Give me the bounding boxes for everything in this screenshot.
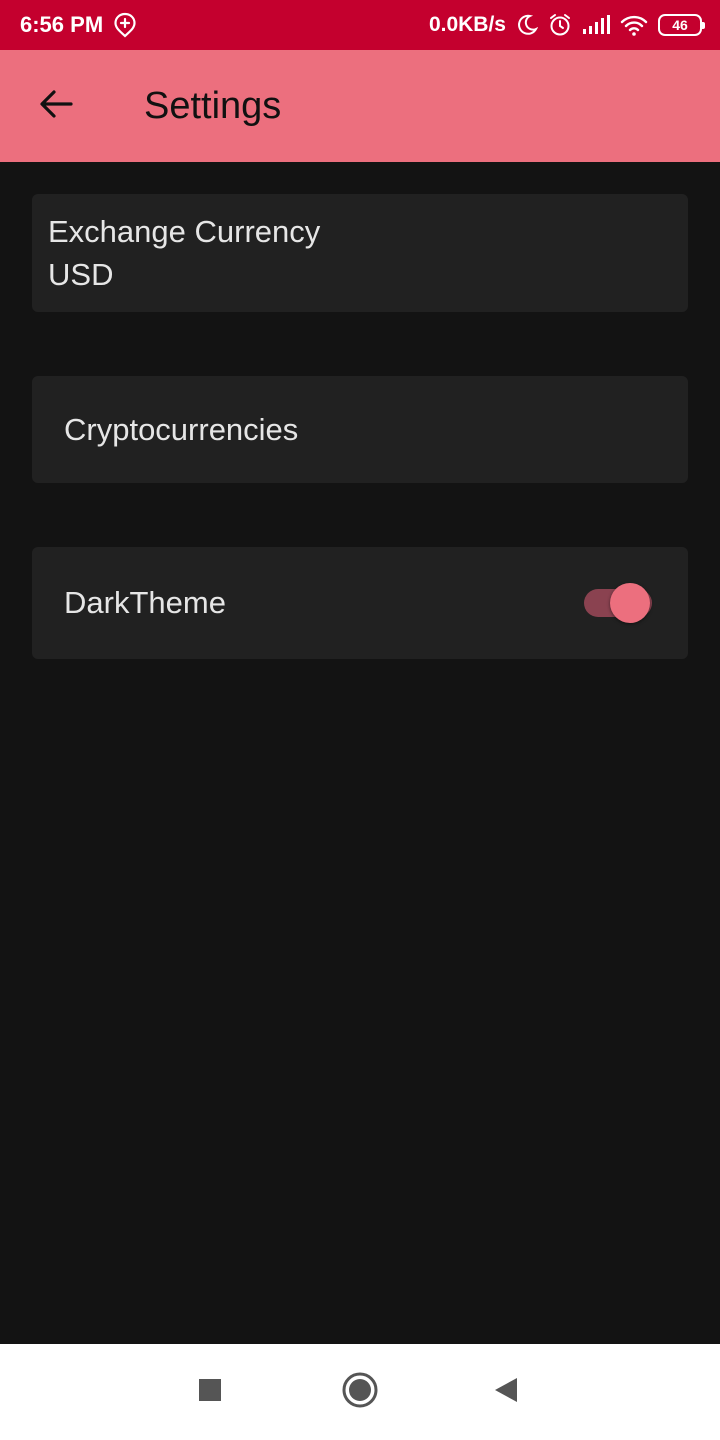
dark-theme-toggle[interactable] bbox=[584, 583, 656, 623]
page-title: Settings bbox=[144, 85, 282, 127]
cryptocurrencies-label: Cryptocurrencies bbox=[64, 412, 299, 447]
back-triangle-icon bbox=[493, 1376, 519, 1409]
network-speed: 0.0KB/s bbox=[428, 13, 506, 36]
location-plus-icon bbox=[113, 12, 137, 38]
exchange-currency-title: Exchange Currency bbox=[48, 214, 321, 249]
dark-theme-label: DarkTheme bbox=[64, 585, 226, 620]
status-bar-right: 0.0KB/s 46 bbox=[428, 13, 705, 37]
toggle-thumb bbox=[610, 583, 650, 623]
status-bar: 6:56 PM 0.0KB/s 46 bbox=[0, 0, 720, 50]
status-time: 6:56 PM bbox=[20, 12, 104, 37]
moon-icon bbox=[516, 14, 538, 36]
exchange-currency-value: USD bbox=[48, 257, 114, 292]
dark-theme-setting: DarkTheme bbox=[32, 547, 688, 659]
home-circle-icon bbox=[341, 1371, 379, 1414]
exchange-currency-setting[interactable]: Exchange Currency USD bbox=[32, 194, 688, 312]
arrow-back-icon bbox=[39, 89, 73, 124]
cryptocurrencies-setting[interactable]: Cryptocurrencies bbox=[32, 376, 688, 483]
recents-button[interactable] bbox=[186, 1368, 234, 1416]
alarm-icon bbox=[548, 13, 572, 37]
home-button[interactable] bbox=[336, 1368, 384, 1416]
app-bar: Settings bbox=[0, 50, 720, 162]
back-button[interactable] bbox=[28, 78, 84, 134]
wifi-icon bbox=[620, 14, 648, 36]
battery-icon: 46 bbox=[658, 14, 705, 36]
nav-back-button[interactable] bbox=[482, 1368, 530, 1416]
recents-square-icon bbox=[198, 1378, 222, 1407]
system-nav-bar bbox=[0, 1344, 720, 1440]
status-bar-left: 6:56 PM bbox=[20, 12, 137, 38]
signal-icon bbox=[582, 15, 610, 35]
battery-level: 46 bbox=[672, 17, 688, 33]
